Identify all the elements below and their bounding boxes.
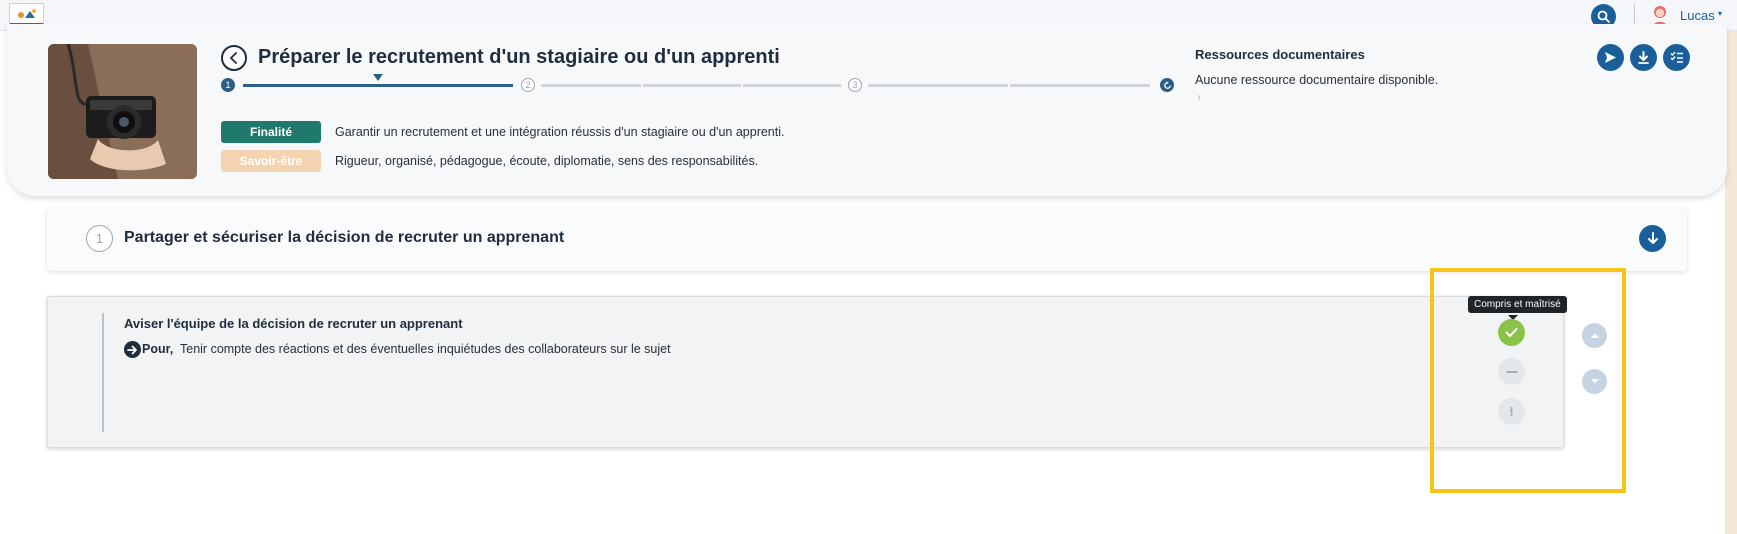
checklist-button[interactable] bbox=[1663, 44, 1690, 71]
user-name[interactable]: Lucas bbox=[1680, 8, 1715, 23]
download-icon bbox=[1638, 51, 1649, 64]
section-expand-button[interactable] bbox=[1639, 225, 1666, 252]
resources-expand-chevron[interactable]: › bbox=[1197, 90, 1201, 104]
savoir-etre-text: Rigueur, organisé, pédagogue, écoute, di… bbox=[335, 154, 759, 168]
step-2[interactable]: 2 bbox=[521, 78, 535, 92]
section-title[interactable]: Partager et sécuriser la décision de rec… bbox=[124, 229, 564, 247]
arrow-down-icon bbox=[1647, 232, 1658, 244]
savoir-etre-badge: Savoir-être bbox=[221, 150, 321, 172]
step-line-2b bbox=[643, 84, 741, 87]
chevron-left-icon bbox=[230, 52, 237, 64]
resources-empty-text: Aucune ressource documentaire disponible… bbox=[1195, 73, 1439, 87]
task-left-bar bbox=[102, 313, 104, 432]
step-line-3a bbox=[868, 84, 1008, 87]
pour-text: Tenir compte des réactions et des éventu… bbox=[180, 342, 671, 356]
logo-icon bbox=[17, 8, 36, 18]
back-button[interactable] bbox=[221, 45, 247, 71]
step-line-2a bbox=[541, 84, 641, 87]
user-menu-caret[interactable]: ▾ bbox=[1718, 9, 1722, 18]
page-title: Préparer le recrutement d'un stagiaire o… bbox=[258, 46, 780, 68]
app-logo[interactable] bbox=[9, 3, 44, 26]
step-1[interactable]: 1 bbox=[221, 78, 235, 92]
step-final[interactable] bbox=[1160, 78, 1174, 92]
activity-image bbox=[48, 44, 197, 179]
restart-icon bbox=[1163, 80, 1171, 89]
download-button[interactable] bbox=[1630, 44, 1657, 71]
step-line-1 bbox=[243, 84, 513, 87]
progress-stepper: 1 2 3 bbox=[221, 74, 1178, 93]
send-icon bbox=[1605, 52, 1616, 63]
resources-title: Ressources documentaires bbox=[1195, 47, 1365, 62]
finalite-text: Garantir un recrutement et une intégrati… bbox=[335, 125, 785, 139]
current-step-marker bbox=[373, 74, 383, 81]
step-3[interactable]: 3 bbox=[848, 78, 862, 92]
task-title: Aviser l'équipe de la décision de recrut… bbox=[124, 316, 463, 331]
pour-label: Pour, bbox=[142, 342, 174, 356]
arrow-right-circle-icon bbox=[124, 341, 141, 358]
step-line-2c bbox=[743, 84, 841, 87]
finalite-badge: Finalité bbox=[221, 121, 321, 143]
highlight-annotation-frame bbox=[1430, 268, 1626, 493]
checklist-icon bbox=[1670, 51, 1683, 63]
section-number: 1 bbox=[86, 225, 113, 252]
search-icon bbox=[1597, 10, 1610, 23]
send-button[interactable] bbox=[1597, 44, 1624, 71]
step-line-3b bbox=[1010, 84, 1150, 87]
